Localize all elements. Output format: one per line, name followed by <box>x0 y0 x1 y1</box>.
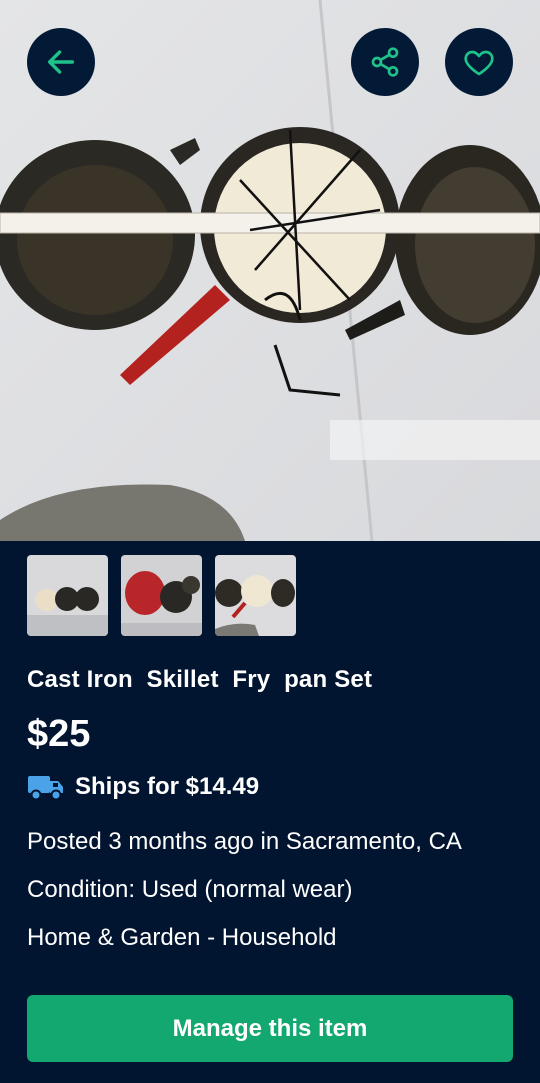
arrow-left-icon <box>47 50 75 74</box>
share-button[interactable] <box>351 28 419 96</box>
main-photo[interactable] <box>0 0 540 541</box>
thumbnail-strip <box>27 555 296 636</box>
thumbnail-3[interactable] <box>215 555 296 636</box>
category-link[interactable]: Home & Garden - Household <box>27 924 337 952</box>
share-icon <box>371 47 399 77</box>
back-button[interactable] <box>27 28 95 96</box>
item-price: $25 <box>27 713 91 755</box>
item-title: Cast Iron Skillet Fry pan Set <box>27 666 373 693</box>
posted-info: Posted 3 months ago in Sacramento, CA <box>27 828 462 855</box>
shipping-price: Ships for $14.49 <box>75 773 260 800</box>
condition-info: Condition: Used (normal wear) <box>27 876 353 903</box>
thumbnail-2[interactable] <box>121 555 202 636</box>
truck-icon <box>28 776 63 801</box>
thumbnail-1[interactable] <box>27 555 108 636</box>
heart-icon <box>464 50 494 76</box>
manage-item-button[interactable]: Manage this item <box>27 995 513 1062</box>
favorite-button[interactable] <box>445 28 513 96</box>
shipping-info: Ships for $14.49 <box>27 772 259 802</box>
